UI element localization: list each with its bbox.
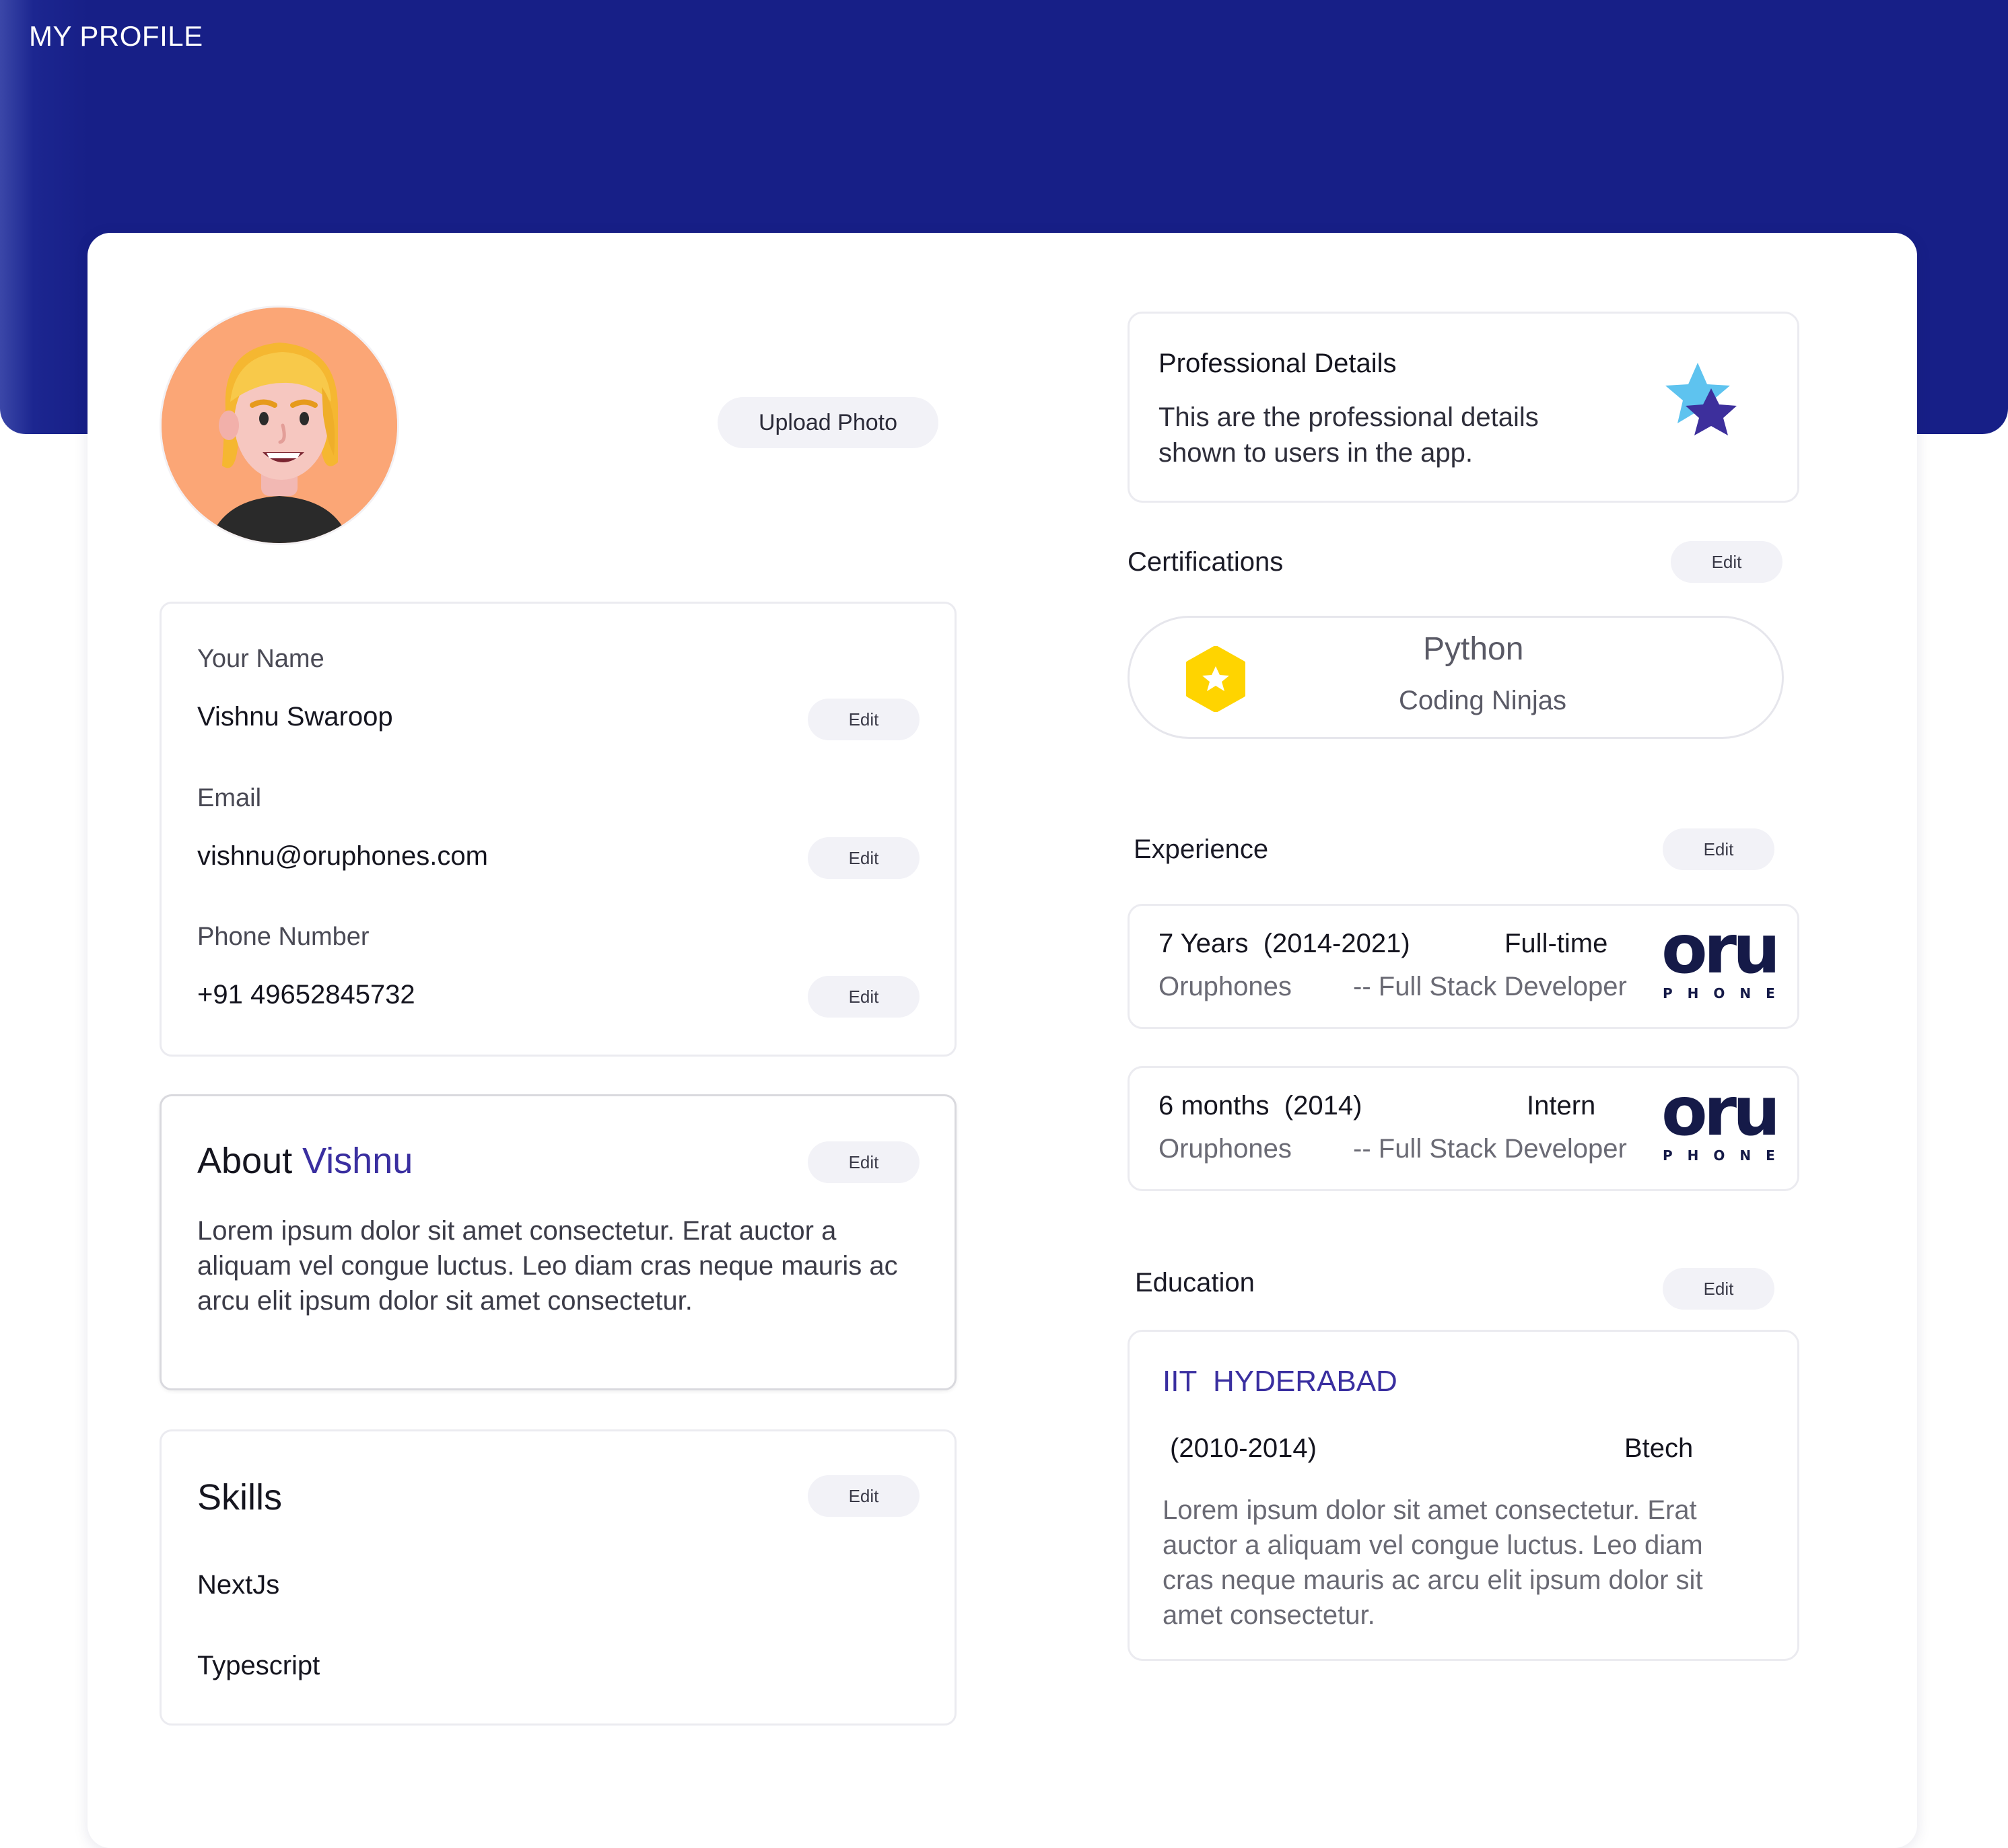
experience-duration: 7 Years (2014-2021) [1158,929,1410,959]
edit-name-button[interactable]: Edit [808,699,920,740]
experience-role: -- Full Stack Developer [1353,972,1627,1001]
about-title-name: Vishnu [302,1141,413,1181]
logo-main-text: oru [1661,923,1780,989]
page-title: MY PROFILE [29,20,203,52]
about-title: About Vishnu [197,1140,413,1182]
skill-item: Typescript [197,1651,320,1680]
name-label: Your Name [197,645,324,673]
education-description: Lorem ipsum dolor sit amet consectetur. … [1163,1495,1703,1630]
edit-education-button[interactable]: Edit [1663,1268,1774,1310]
experience-type: Intern [1527,1091,1596,1121]
upload-photo-button[interactable]: Upload Photo [718,397,938,448]
edit-experience-button[interactable]: Edit [1663,828,1774,870]
name-value: Vishnu Swaroop [197,702,393,732]
skills-title: Skills [197,1477,283,1518]
experience-company: Oruphones [1158,1134,1292,1164]
experience-type: Full-time [1504,929,1608,958]
education-title: Education [1135,1268,1255,1298]
company-logo: oru PHONES [1661,1086,1791,1165]
about-text: Lorem ipsum dolor sit amet consectetur. … [197,1216,898,1316]
education-period: (2010-2014) [1170,1433,1317,1463]
experience-duration-value: 7 Years [1158,929,1249,958]
certification-name: Python [1423,631,1524,667]
experience-role: -- Full Stack Developer [1353,1134,1627,1164]
edit-certifications-button[interactable]: Edit [1671,541,1782,583]
logo-main-text: oru [1661,1086,1780,1151]
experience-title: Experience [1134,834,1269,864]
about-title-prefix: About [197,1141,293,1181]
badge-star-icon [1183,645,1249,715]
avatar-illustration [162,308,397,543]
experience-company: Oruphones [1158,972,1292,1001]
edit-phone-button[interactable]: Edit [808,976,920,1018]
experience-period: (2014) [1284,1091,1362,1121]
company-logo: oru PHONES [1661,923,1791,1003]
logo-sub-text: PHONES [1663,985,1791,1001]
email-value: vishnu@oruphones.com [197,841,488,871]
edit-about-button[interactable]: Edit [808,1141,920,1183]
star-icon [1664,360,1745,454]
professional-description: This are the professional details shown … [1158,402,1539,468]
avatar [162,308,397,543]
experience-period: (2014-2021) [1263,929,1410,958]
certifications-title: Certifications [1128,547,1284,577]
education-degree: Btech [1624,1433,1694,1463]
phone-value: +91 49652845732 [197,980,415,1009]
certification-issuer: Coding Ninjas [1399,686,1567,715]
experience-duration: 6 months (2014) [1158,1091,1362,1121]
professional-title: Professional Details [1158,349,1397,378]
experience-duration-value: 6 months [1158,1091,1270,1121]
edit-email-button[interactable]: Edit [808,837,920,879]
skill-item: NextJs [197,1570,280,1600]
logo-sub-text: PHONES [1663,1147,1791,1164]
email-label: Email [197,784,262,812]
education-school: IIT HYDERABAD [1163,1365,1397,1398]
phone-label: Phone Number [197,923,370,951]
edit-skills-button[interactable]: Edit [808,1475,920,1517]
